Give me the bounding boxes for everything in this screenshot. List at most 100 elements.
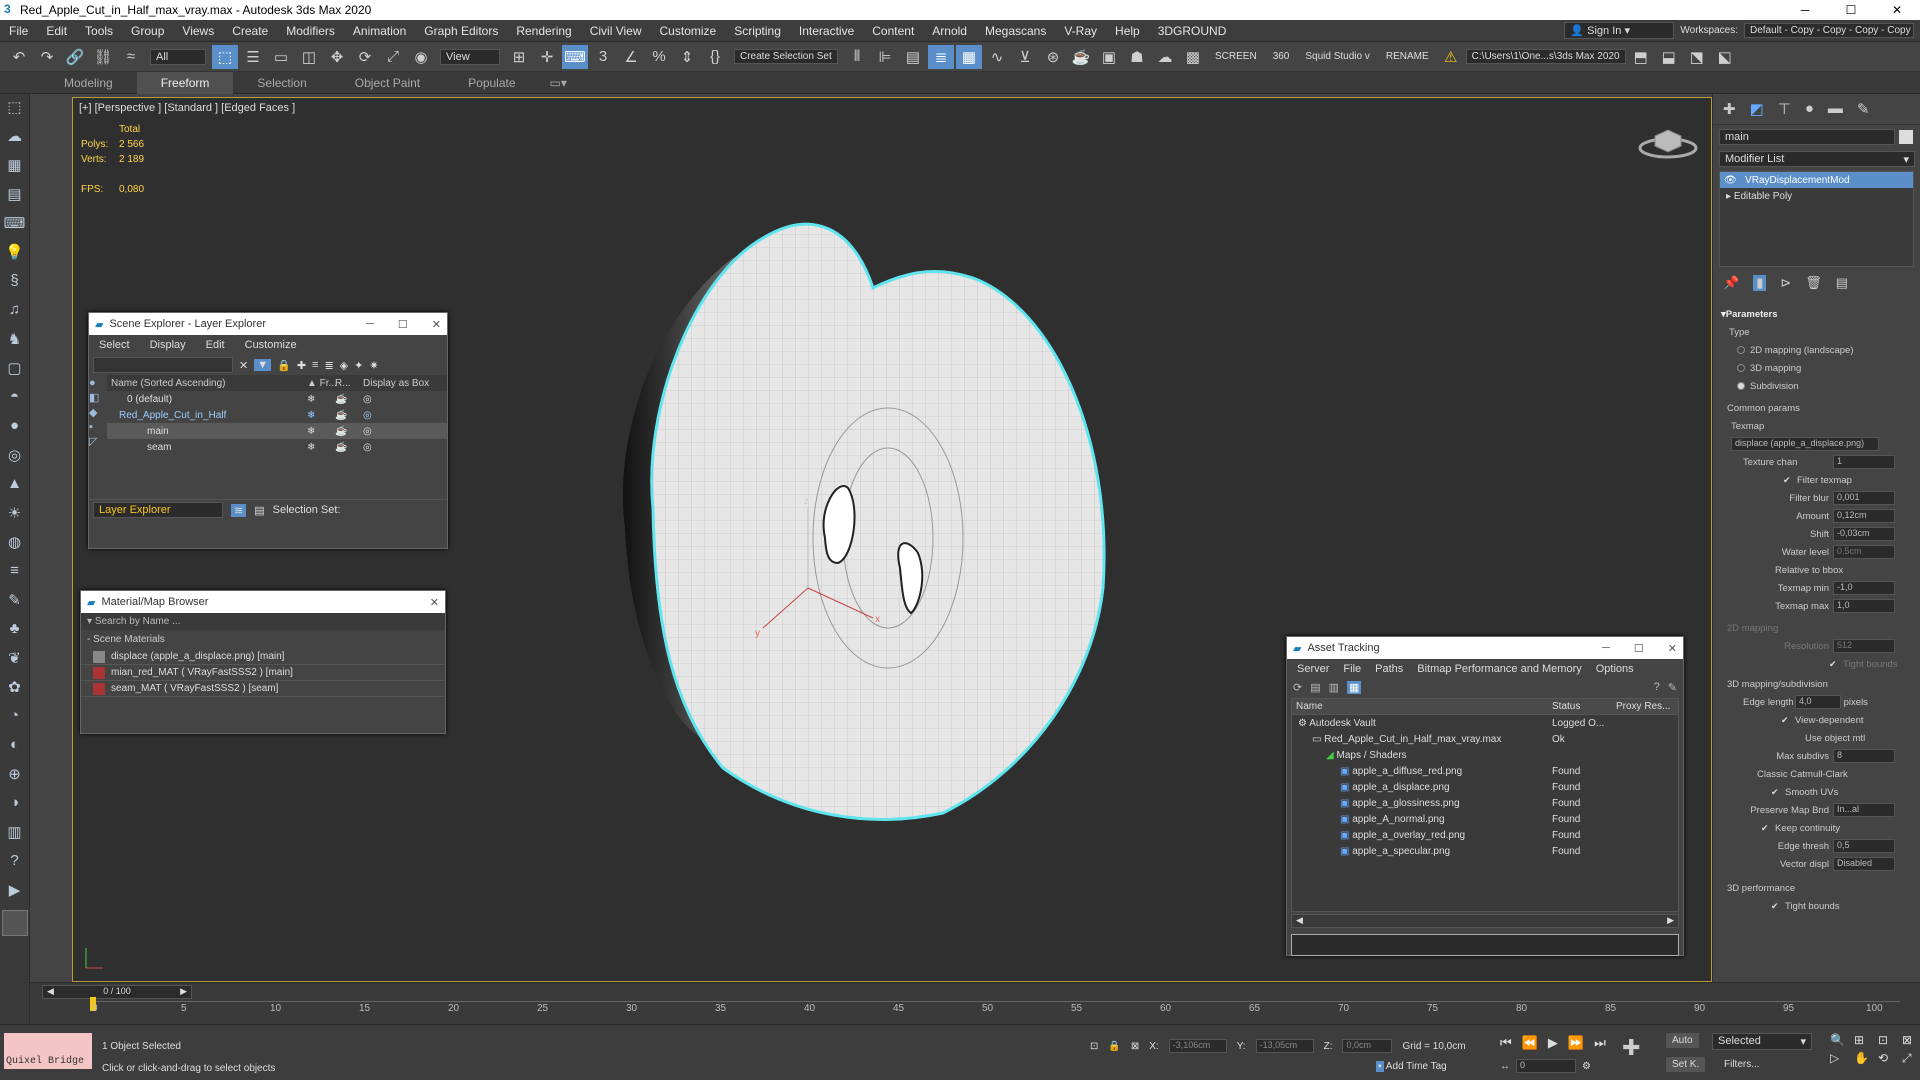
maximize-button[interactable]: ☐: [1828, 3, 1874, 17]
texchan-spinner[interactable]: 1: [1833, 455, 1895, 469]
move-icon[interactable]: ✥: [324, 45, 350, 69]
minimize-button[interactable]: ─: [1782, 3, 1828, 17]
schematic-view-icon[interactable]: ⊻: [1012, 45, 1038, 69]
menu-content[interactable]: Content: [863, 24, 923, 38]
vr-icon[interactable]: ◑: [10, 794, 19, 816]
timeline-track[interactable]: [90, 1001, 1900, 1002]
render-setup-icon[interactable]: ☕: [1068, 45, 1094, 69]
se-new-layer-icon[interactable]: ✚: [297, 359, 306, 372]
menu-file[interactable]: File: [0, 24, 37, 38]
menu-tools[interactable]: Tools: [76, 24, 122, 38]
catmull-clark-checkbox[interactable]: Classic Catmull-Clark: [1721, 765, 1912, 783]
current-frame-field[interactable]: 0: [1516, 1059, 1576, 1073]
network-icon[interactable]: ⊕: [8, 765, 21, 787]
menu-interactive[interactable]: Interactive: [790, 24, 863, 38]
scene-explorer-titlebar[interactable]: ▰ Scene Explorer - Layer Explorer ─ ☐ ✕: [89, 313, 447, 335]
extra-tool-icon[interactable]: ⬕: [1712, 45, 1738, 69]
table-row[interactable]: ▣ apple_a_displace.png Found: [1292, 779, 1678, 795]
object-color-swatch[interactable]: [1899, 130, 1913, 144]
quixel-bridge-button[interactable]: Quixel Bridge: [4, 1033, 92, 1069]
tree-icon[interactable]: ♣: [10, 620, 20, 642]
menu-3dground[interactable]: 3DGROUND: [1149, 24, 1236, 38]
at-menu-server[interactable]: Server: [1297, 663, 1329, 675]
se-sort-hier-icon[interactable]: ◧: [89, 391, 107, 404]
isolate-icon[interactable]: ⊡: [1090, 1041, 1098, 1052]
mb-group-header[interactable]: - Scene Materials: [81, 630, 445, 649]
scale-icon[interactable]: ⤢: [380, 45, 406, 69]
at-path-field[interactable]: [1291, 934, 1679, 956]
redo-icon[interactable]: ↷: [34, 45, 60, 69]
help-icon[interactable]: ?: [10, 852, 18, 874]
modify-tab-icon[interactable]: ◩: [1750, 100, 1764, 118]
hierarchy-tab-icon[interactable]: ⊤: [1778, 100, 1791, 118]
sun-icon[interactable]: ☀: [8, 504, 21, 526]
apple-mesh[interactable]: z x y: [613, 208, 1133, 828]
se-close-icon[interactable]: ✕: [432, 318, 441, 331]
menu-scripting[interactable]: Scripting: [725, 24, 790, 38]
table-row[interactable]: ▣ apple_a_overlay_red.png Found: [1292, 827, 1678, 843]
mb-search-input[interactable]: ▾ Search by Name ...: [81, 613, 445, 630]
se-col-render[interactable]: R...: [335, 378, 363, 389]
signin-dropdown[interactable]: 👤 Sign In ▾: [1564, 22, 1675, 39]
mb-item[interactable]: mian_red_MAT ( VRayFastSSS2 ) [main]: [81, 665, 445, 681]
sphere-icon[interactable]: ●: [10, 417, 19, 439]
at-help-icon[interactable]: ?: [1654, 681, 1660, 694]
absolute-mode-icon[interactable]: ⊠: [1131, 1041, 1139, 1052]
script-icon[interactable]: ▥: [7, 823, 21, 845]
menu-vray[interactable]: V-Ray: [1055, 24, 1106, 38]
window-crossing-icon[interactable]: ◫: [296, 45, 322, 69]
table-row[interactable]: ▣ apple_a_diffuse_red.png Found: [1292, 763, 1678, 779]
water-spinner[interactable]: 0,5cm: [1833, 545, 1895, 559]
named-selection-dropdown[interactable]: Create Selection Set: [734, 49, 838, 64]
se-col-display-box[interactable]: Display as Box: [363, 378, 429, 389]
project-folder-icon[interactable]: ⬓: [1656, 45, 1682, 69]
time-slider-right-icon[interactable]: ▶: [180, 986, 187, 998]
set-project-icon[interactable]: ⬒: [1628, 45, 1654, 69]
go-to-end-icon[interactable]: ⏭: [1594, 1035, 1606, 1051]
display-tab-icon[interactable]: ▬: [1828, 100, 1843, 118]
calendar-icon[interactable]: ▦: [7, 156, 21, 178]
ball-icon[interactable]: ◍: [8, 533, 21, 555]
light-icon[interactable]: 💡: [5, 243, 24, 265]
at-menu-paths[interactable]: Paths: [1375, 663, 1403, 675]
view-dependent-checkbox[interactable]: ✔ View-dependent: [1721, 711, 1912, 729]
menu-arnold[interactable]: Arnold: [923, 24, 976, 38]
at-menu-options[interactable]: Options: [1596, 663, 1634, 675]
smooth-uvs-checkbox[interactable]: ✔ Smooth UVs: [1721, 783, 1912, 801]
se-row-default[interactable]: 0 (default) ❄ ☕ ◎: [107, 391, 447, 407]
zoom-extents-all-icon[interactable]: ⊠: [1902, 1033, 1920, 1047]
menu-views[interactable]: Views: [173, 24, 223, 38]
mb-close-icon[interactable]: ✕: [430, 596, 439, 609]
se-row-seam[interactable]: seam ❄ ☕ ◎: [107, 439, 447, 455]
set-key-icon[interactable]: ✚: [1622, 1035, 1640, 1061]
vector-displ-dropdown[interactable]: Disabled: [1833, 857, 1895, 871]
table-row[interactable]: ▭ Red_Apple_Cut_in_Half_max_vray.max Ok: [1292, 731, 1678, 747]
time-config-icon[interactable]: ⚙: [1582, 1061, 1591, 1072]
shell-icon[interactable]: ◔: [10, 707, 19, 729]
close-button[interactable]: ✕: [1874, 3, 1920, 17]
menu-modifiers[interactable]: Modifiers: [277, 24, 344, 38]
se-filter-icon[interactable]: ▼: [254, 359, 272, 371]
layer-manager-icon[interactable]: ▤: [900, 45, 926, 69]
viewcube-icon[interactable]: [1633, 118, 1703, 168]
percent-snap-icon[interactable]: %: [646, 45, 672, 69]
maximize-viewport-icon[interactable]: ⤢: [1902, 1051, 1920, 1066]
angle-snap-icon[interactable]: ∠: [618, 45, 644, 69]
se-row-red-apple[interactable]: Red_Apple_Cut_in_Half ❄ ☕ ◎: [107, 407, 447, 423]
cloud-icon[interactable]: ☁: [7, 127, 22, 149]
material-editor-icon[interactable]: ⊛: [1040, 45, 1066, 69]
select-by-name-icon[interactable]: ☰: [240, 45, 266, 69]
use-object-mtl-checkbox[interactable]: Use object mtl: [1721, 729, 1912, 747]
se-camera-icon[interactable]: ▪: [89, 421, 107, 433]
eye-icon[interactable]: 👁: [1724, 175, 1737, 186]
vray-frame-icon[interactable]: ▩: [1180, 45, 1206, 69]
menu-edit[interactable]: Edit: [37, 24, 76, 38]
pin-stack-icon[interactable]: 📌: [1723, 275, 1739, 291]
parameters-rollout[interactable]: ▾ Parameters: [1721, 305, 1912, 323]
preserve-map-dropdown[interactable]: In...al: [1833, 803, 1895, 817]
se-search-input[interactable]: [93, 357, 233, 373]
menu-customize[interactable]: Customize: [651, 24, 726, 38]
at-col-name[interactable]: Name: [1292, 701, 1552, 712]
at-grid-icon[interactable]: ▦: [1347, 681, 1362, 694]
se-col-freeze[interactable]: ▲ Fr...: [307, 378, 337, 389]
